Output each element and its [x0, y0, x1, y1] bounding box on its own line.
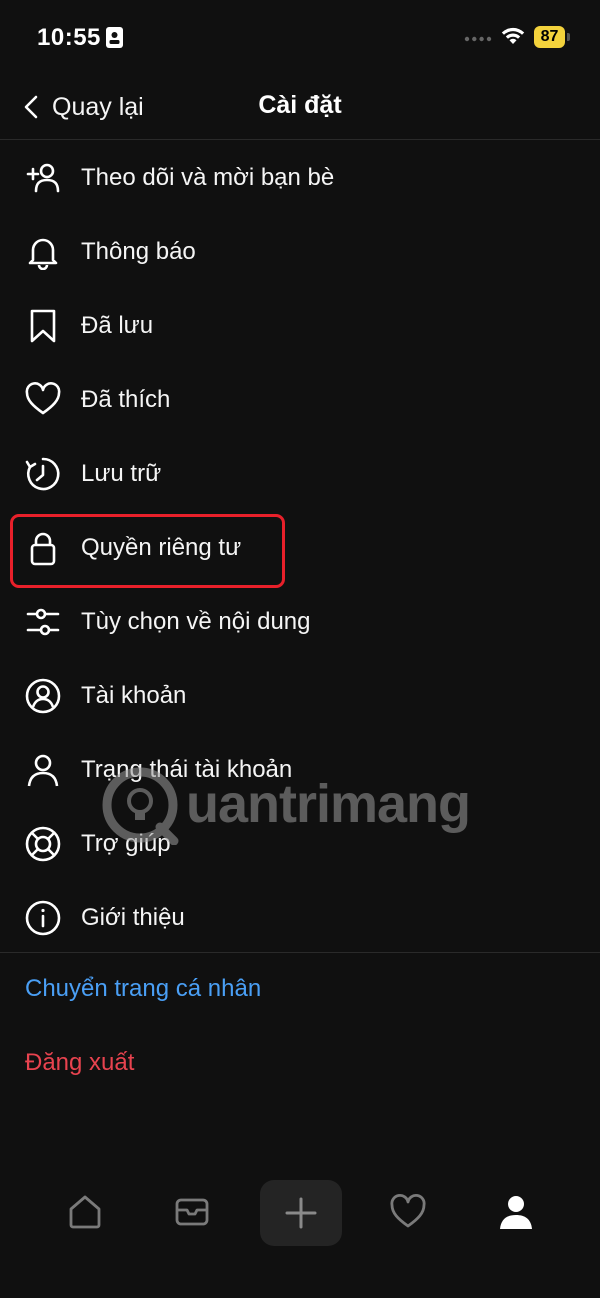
- menu-item-label: Tài khoản: [81, 682, 187, 709]
- battery-icon: 87: [534, 26, 570, 48]
- archive-clock-icon: [24, 455, 62, 493]
- menu-item-label: Trạng thái tài khoản: [81, 756, 293, 783]
- account-circle-icon: [24, 677, 62, 715]
- lifebuoy-icon: [24, 825, 62, 863]
- activity-heart-icon: [390, 1193, 426, 1228]
- switch-profile-link[interactable]: Chuyển trang cá nhân: [25, 975, 261, 1003]
- menu-item-help[interactable]: Trợ giúp: [0, 806, 600, 880]
- menu-item-saved[interactable]: Đã lưu: [0, 288, 600, 362]
- menu-item-liked[interactable]: Đã thích: [0, 362, 600, 436]
- menu-item-label: Quyền riêng tư: [81, 534, 242, 561]
- menu-item-content-preferences[interactable]: Tùy chọn về nội dung: [0, 584, 600, 658]
- status-time: 10:55: [37, 24, 101, 51]
- tab-compose[interactable]: [260, 1180, 342, 1246]
- divider: [0, 952, 600, 953]
- menu-item-label: Tùy chọn về nội dung: [81, 608, 311, 635]
- menu-item-archive[interactable]: Lưu trữ: [0, 436, 600, 510]
- menu-item-label: Thông báo: [81, 238, 196, 265]
- menu-item-label: Đã thích: [81, 386, 171, 413]
- nav-header: Quay lại Cài đặt: [0, 78, 600, 140]
- lock-icon: [24, 529, 62, 567]
- message-icon: [175, 1198, 209, 1226]
- info-icon: [24, 899, 62, 937]
- id-card-icon: [106, 27, 123, 48]
- menu-item-label: Lưu trữ: [81, 460, 162, 487]
- signal-dots-icon: [464, 36, 492, 42]
- tab-home[interactable]: [55, 1180, 115, 1244]
- home-icon: [69, 1195, 101, 1229]
- compose-plus-icon: [285, 1197, 317, 1229]
- tab-messages[interactable]: [162, 1180, 222, 1244]
- menu-item-label: Trợ giúp: [81, 830, 171, 857]
- battery-level: 87: [534, 26, 565, 48]
- tab-activity[interactable]: [378, 1180, 438, 1244]
- menu-item-follow-invite[interactable]: Theo dõi và mời bạn bè: [0, 140, 600, 214]
- bell-icon: [24, 233, 62, 271]
- menu-item-account-status[interactable]: Trạng thái tài khoản: [0, 732, 600, 806]
- menu-item-label: Đã lưu: [81, 312, 154, 339]
- wifi-icon: [501, 27, 525, 44]
- menu-item-account[interactable]: Tài khoản: [0, 658, 600, 732]
- settings-menu: Theo dõi và mời bạn bè Thông báo Đã lưu …: [0, 140, 600, 954]
- tab-bar: [0, 1170, 600, 1260]
- back-label: Quay lại: [52, 92, 144, 121]
- back-button[interactable]: Quay lại: [22, 90, 144, 124]
- logout-link[interactable]: Đăng xuất: [25, 1049, 134, 1077]
- menu-item-notifications[interactable]: Thông báo: [0, 214, 600, 288]
- heart-icon: [24, 381, 62, 419]
- chevron-left-icon: [24, 95, 38, 119]
- menu-item-privacy[interactable]: Quyền riêng tư: [0, 510, 600, 584]
- profile-icon: [500, 1196, 532, 1229]
- menu-item-label: Theo dõi và mời bạn bè: [81, 164, 335, 191]
- bookmark-icon: [24, 307, 62, 345]
- sliders-icon: [24, 603, 62, 641]
- tab-profile[interactable]: [486, 1180, 546, 1244]
- menu-item-label: Giới thiệu: [81, 904, 185, 931]
- status-bar: 10:55 87: [0, 0, 600, 78]
- menu-item-about[interactable]: Giới thiệu: [0, 880, 600, 954]
- add-person-icon: [24, 159, 62, 197]
- person-icon: [24, 751, 62, 789]
